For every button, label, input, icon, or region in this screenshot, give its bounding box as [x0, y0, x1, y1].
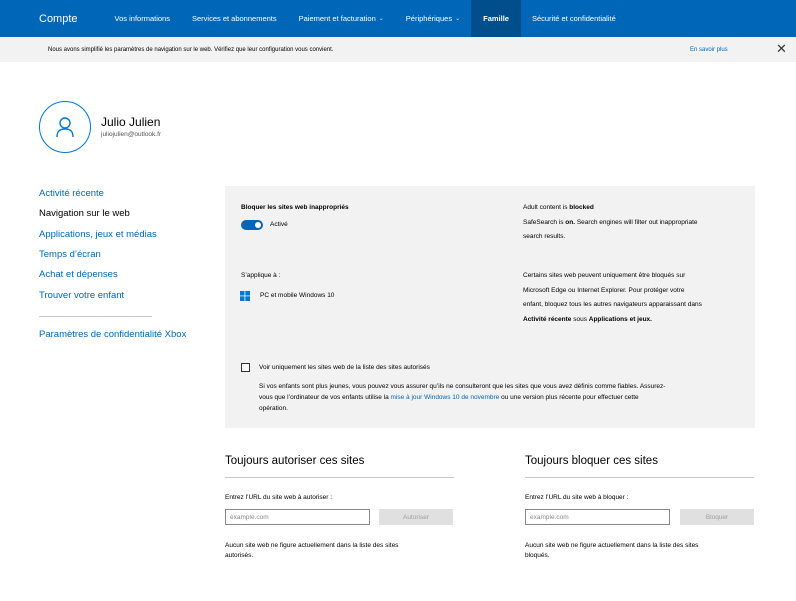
young-line2: vous que l’ordinateur de vos enfants uti… [259, 392, 749, 403]
profile-name: Julio Julien [101, 115, 161, 129]
toggle-state-label: Activé [270, 221, 288, 228]
top-nav: Compte Vos informations Services et abon… [0, 0, 796, 37]
allow-note-line1: Aucun site web ne figure actuellement da… [225, 542, 399, 549]
applies-device: PC et mobile Windows 10 [260, 292, 335, 299]
learn-more-link[interactable]: En savoir plus [690, 47, 728, 53]
allow-url-label: Entrez l’URL du site web à autoriser : [225, 494, 333, 501]
allow-button[interactable]: Autoriser [379, 509, 453, 525]
block-section-title: Toujours bloquer ces sites [525, 455, 658, 467]
browser-info-line1: Certains sites web peuvent uniquement êt… [523, 272, 686, 279]
nav-devices[interactable]: Périphériques ⌄ [395, 0, 471, 37]
close-icon[interactable]: ✕ [776, 41, 787, 57]
nav-payment[interactable]: Paiement et facturation ⌄ [288, 0, 395, 37]
young-line3: opération. [259, 405, 288, 412]
safesearch-prefix: SafeSearch is [523, 218, 566, 226]
block-button-label: Bloquer [705, 513, 729, 521]
avatar [39, 101, 91, 153]
sidebar-item-purchases[interactable]: Achat et dépenses [39, 269, 118, 280]
apps-games-ref: Applications et jeux. [588, 315, 652, 323]
safesearch-value: on. [565, 218, 576, 226]
profile-email: juliojulien@outlook.fr [101, 131, 162, 138]
nav-your-info-label: Vos informations [114, 14, 170, 23]
web-filter-panel: Bloquer les sites web inappropriés Activ… [225, 186, 755, 428]
nav-family-label: Famille [483, 14, 509, 23]
young-line2-pre: vous que l’ordinateur de vos enfants uti… [259, 394, 391, 401]
allowed-only-label[interactable]: Voir uniquement les sites web de la list… [259, 364, 430, 371]
block-sites-title: Bloquer les sites web inappropriés [241, 204, 349, 211]
sidebar-item-recent-activity[interactable]: Activité récente [39, 188, 104, 199]
young-line2-post: ou une version plus récente pour effectu… [499, 394, 639, 401]
chevron-down-icon: ⌄ [455, 16, 461, 22]
nav-services-label: Services et abonnements [191, 14, 277, 23]
block-url-input[interactable] [525, 509, 670, 525]
windows-icon [240, 291, 250, 301]
nav-services[interactable]: Services et abonnements [181, 0, 288, 37]
nav-your-info[interactable]: Vos informations [104, 0, 181, 37]
chevron-down-icon: ⌄ [378, 16, 384, 22]
browser-info-line3: enfant, bloquez tous les autres navigate… [523, 301, 702, 308]
block-url-label: Entrez l’URL du site web à bloquer : [525, 494, 629, 501]
safesearch-line: SafeSearch is on. Search engines will fi… [523, 216, 748, 231]
block-sites-toggle[interactable] [241, 220, 263, 230]
brand-account[interactable]: Compte [39, 13, 78, 25]
allow-section-title: Toujours autoriser ces sites [225, 455, 365, 467]
allow-section-rule [225, 477, 454, 478]
person-icon [56, 117, 74, 138]
banner-text: Nous avons simplifié les paramètres de n… [48, 46, 334, 53]
applies-to-title: S’applique à : [241, 272, 281, 279]
sidebar-divider [39, 316, 152, 317]
sidebar-item-web-browsing[interactable]: Navigation sur le web [39, 208, 130, 219]
nav-security-label: Sécurité et confidentialité [531, 14, 616, 23]
block-section-rule [525, 477, 754, 478]
safesearch-line2: search results. [523, 233, 566, 240]
info-banner: Nous avons simplifié les paramètres de n… [0, 37, 796, 62]
sidebar-item-xbox-privacy[interactable]: Paramètres de confidentialité Xbox [39, 329, 186, 340]
info-mid: sous [571, 315, 589, 323]
adult-content-line: Adult content is blocked [523, 201, 748, 216]
windows-update-link[interactable]: mise à jour Windows 10 de novembre [391, 394, 500, 401]
recent-activity-ref: Activité récente [523, 315, 572, 323]
sidebar-item-find-child[interactable]: Trouver votre enfant [39, 290, 124, 301]
sidebar-item-screen-time[interactable]: Temps d’écran [39, 249, 101, 260]
browser-info-line2: Microsoft Edge ou Internet Explorer. Pou… [523, 286, 685, 294]
adult-content-info: Adult content is blocked SafeSearch is o… [523, 201, 748, 245]
allow-note-line2: autorisés. [225, 552, 254, 559]
allow-url-input[interactable] [225, 509, 370, 525]
block-button[interactable]: Bloquer [680, 509, 754, 525]
block-note-line1: Aucun site web ne figure actuellement da… [525, 542, 699, 549]
browser-info: Certains sites web peuvent uniquement êt… [523, 269, 751, 327]
adult-value: blocked [569, 204, 594, 211]
nav-family[interactable]: Famille [471, 0, 521, 37]
nav-security[interactable]: Sécurité et confidentialité [521, 0, 627, 37]
allow-button-label: Autoriser [402, 513, 429, 521]
nav-payment-label: Paiement et facturation [298, 14, 376, 23]
toggle-knob [255, 222, 261, 228]
nav-devices-label: Périphériques [405, 14, 453, 23]
block-note-line2: bloqués. [525, 552, 550, 559]
allowed-only-checkbox[interactable] [241, 363, 250, 372]
allow-empty-note: Aucun site web ne figure actuellement da… [225, 541, 455, 561]
young-line1: Si vos enfants sont plus jeunes, vous po… [259, 383, 666, 390]
browser-info-line4: Activité récente sous Applications et je… [523, 313, 751, 328]
block-empty-note: Aucun site web ne figure actuellement da… [525, 541, 755, 561]
sidebar-item-apps-games[interactable]: Applications, jeux et médias [39, 229, 157, 240]
adult-prefix: Adult content is [523, 204, 570, 211]
young-children-info: Si vos enfants sont plus jeunes, vous po… [259, 381, 749, 414]
safesearch-line1: Search engines will filter out inappropr… [575, 218, 698, 226]
